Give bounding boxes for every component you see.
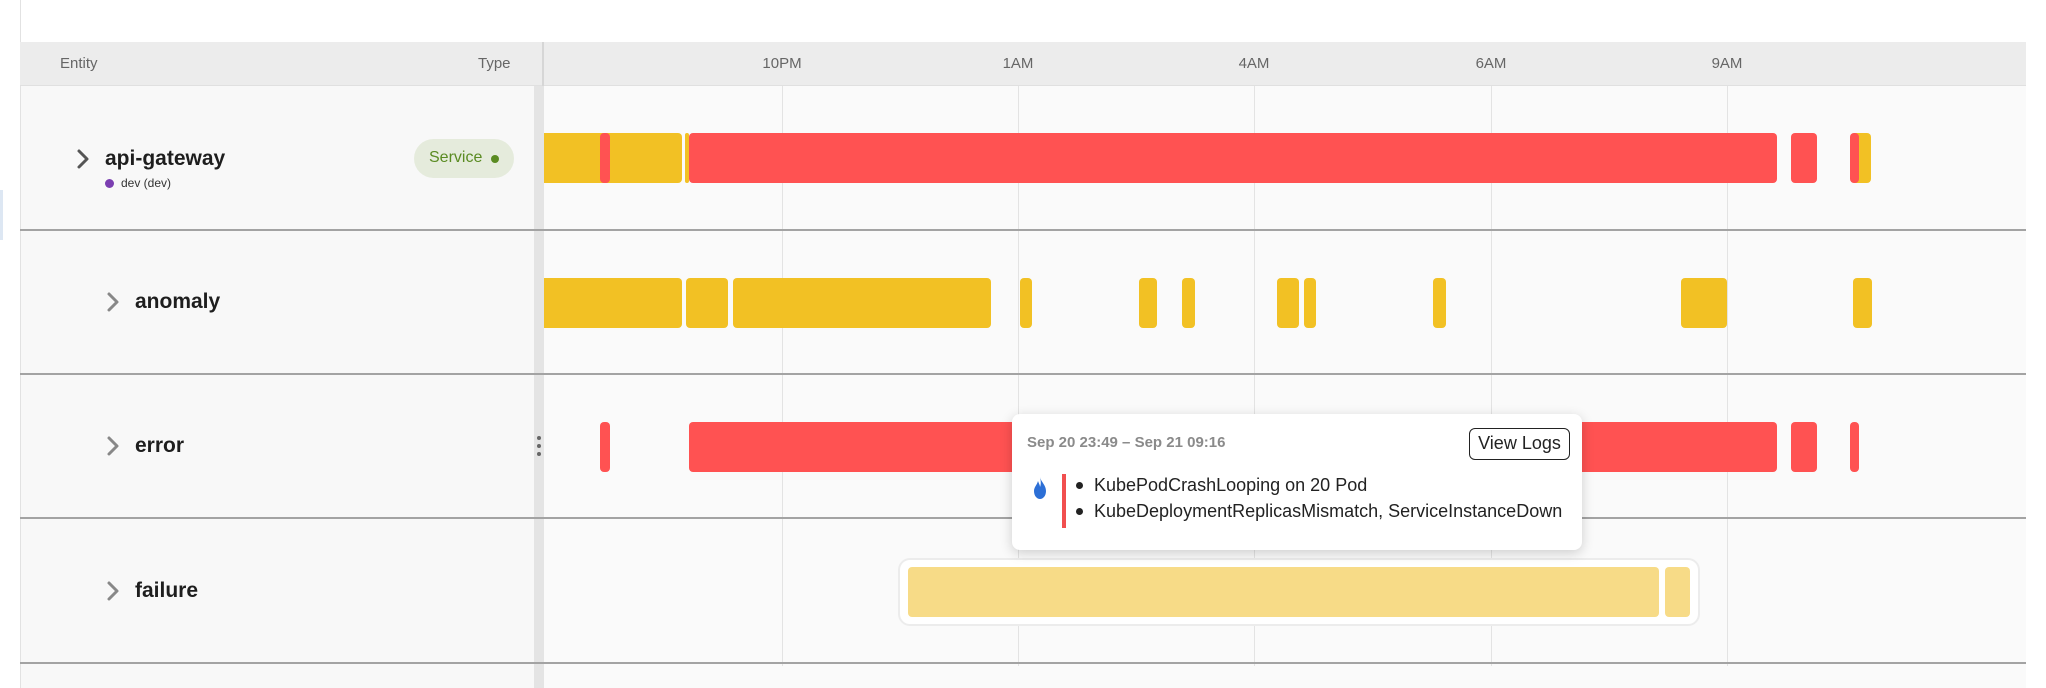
anomaly-bar[interactable] xyxy=(544,133,682,183)
time-tick: 10PM xyxy=(762,55,802,72)
error-bar[interactable] xyxy=(600,133,610,183)
row-divider xyxy=(20,662,2026,664)
time-tick: 4AM xyxy=(1238,55,1270,72)
environment-label: dev (dev) xyxy=(121,176,172,190)
type-column-header[interactable]: Type xyxy=(478,55,511,72)
anomaly-bar[interactable] xyxy=(1139,278,1157,328)
left-accent xyxy=(0,190,3,240)
type-badge: Service xyxy=(414,139,514,178)
list-bullet xyxy=(1076,482,1083,489)
failure-bar[interactable] xyxy=(908,567,1659,617)
error-bar[interactable] xyxy=(600,422,610,472)
chevron-right-icon[interactable] xyxy=(104,435,122,457)
anomaly-bar[interactable] xyxy=(544,278,682,328)
panel-resize-handle[interactable] xyxy=(534,86,544,688)
error-bar[interactable] xyxy=(1850,133,1859,183)
row-label-failure[interactable]: failure xyxy=(135,579,198,603)
top-strip xyxy=(20,0,2026,42)
entity-column-header[interactable]: Entity xyxy=(60,55,98,72)
anomaly-bar[interactable] xyxy=(1433,278,1446,328)
event-tooltip: Sep 20 23:49 – Sep 21 09:16 View Logs Ku… xyxy=(1012,414,1582,550)
row-divider xyxy=(20,373,2026,375)
anomaly-bar[interactable] xyxy=(1277,278,1299,328)
anomaly-bar[interactable] xyxy=(686,278,728,328)
drag-grip-icon xyxy=(537,436,541,458)
failure-bar[interactable] xyxy=(1665,567,1690,617)
entity-name[interactable]: api-gateway xyxy=(105,147,225,171)
row-divider xyxy=(20,229,2026,231)
anomaly-bar[interactable] xyxy=(1304,278,1316,328)
tooltip-time-range: Sep 20 23:49 – Sep 21 09:16 xyxy=(1027,434,1226,451)
timeline-header: Entity Type 10PM 1AM 4AM 6AM 9AM xyxy=(20,42,2026,86)
time-tick: 1AM xyxy=(1002,55,1034,72)
header-divider xyxy=(542,42,544,86)
chevron-right-icon[interactable] xyxy=(104,291,122,313)
time-tick: 9AM xyxy=(1711,55,1743,72)
type-badge-label: Service xyxy=(429,149,483,166)
anomaly-bar[interactable] xyxy=(1020,278,1032,328)
error-bar[interactable] xyxy=(1850,422,1859,472)
timeline-app: Entity Type 10PM 1AM 4AM 6AM 9AM api-gat… xyxy=(0,0,2046,688)
chevron-right-icon[interactable] xyxy=(104,580,122,602)
anomaly-bar[interactable] xyxy=(733,278,991,328)
flame-icon xyxy=(1034,477,1046,499)
environment-dot xyxy=(105,179,114,188)
tooltip-alert-item: KubePodCrashLooping on 20 Pod xyxy=(1094,475,1368,495)
anomaly-bar[interactable] xyxy=(1853,278,1872,328)
list-bullet xyxy=(1076,508,1083,515)
severity-indicator xyxy=(1062,474,1066,528)
anomaly-bar[interactable] xyxy=(1681,278,1727,328)
error-bar[interactable] xyxy=(689,133,1777,183)
time-tick: 6AM xyxy=(1475,55,1507,72)
view-logs-button[interactable]: View Logs xyxy=(1469,428,1570,460)
error-bar[interactable] xyxy=(1791,133,1817,183)
status-dot xyxy=(491,155,499,163)
tooltip-alert-item: KubeDeploymentReplicasMismatch, ServiceI… xyxy=(1094,501,1563,521)
chevron-right-icon[interactable] xyxy=(74,148,92,170)
error-bar[interactable] xyxy=(1791,422,1817,472)
row-label-anomaly[interactable]: anomaly xyxy=(135,290,220,314)
row-label-error[interactable]: error xyxy=(135,434,184,458)
anomaly-bar[interactable] xyxy=(1182,278,1195,328)
